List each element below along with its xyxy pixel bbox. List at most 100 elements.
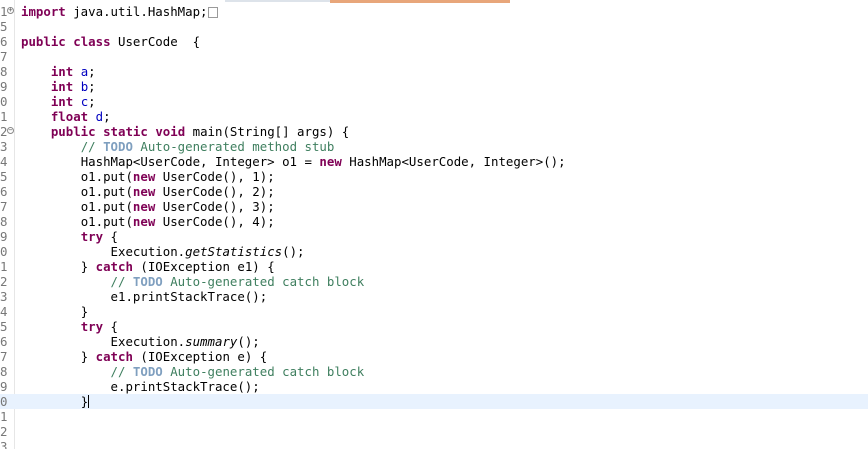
keyword: class [73, 34, 111, 49]
code-line-27[interactable]: 7 } catch (IOException e) { [0, 349, 868, 364]
code-line-32[interactable]: 2 [0, 424, 868, 439]
code-line-18[interactable]: 8 o1.put(new UserCode(), 4); [0, 214, 868, 229]
code-line-33[interactable]: 3 [0, 439, 868, 449]
code-text: { [103, 229, 118, 244]
code-text: e1.printStackTrace(); [110, 289, 268, 304]
line-number: 5 [0, 319, 8, 334]
code-line-16[interactable]: 6 o1.put(new UserCode(), 2); [0, 184, 868, 199]
code-line-17[interactable]: 7 o1.put(new UserCode(), 3); [0, 199, 868, 214]
code-text: } [80, 304, 89, 319]
code-line-20[interactable]: 0 Execution.getStatistics(); [0, 244, 868, 259]
code-text: (); [282, 244, 305, 259]
comment: Auto-generated method stub [132, 139, 335, 154]
code-line-28[interactable]: 8 // TODO Auto-generated catch block [0, 364, 868, 379]
code-line-12[interactable]: 2 − public static void main(String[] arg… [0, 124, 868, 139]
code-line-15[interactable]: 5 o1.put(new UserCode(), 1); [0, 169, 868, 184]
line-number: 3 [0, 289, 8, 304]
expand-fold-icon[interactable]: + [7, 7, 14, 14]
code-text: UserCode { [110, 34, 201, 49]
code-text: UserCode(), 4); [155, 214, 275, 229]
code-line-6[interactable]: 6 public class UserCode { [0, 34, 868, 49]
line-number: 8 [0, 364, 8, 379]
line-number: 3 [0, 439, 8, 449]
code-text: (); [237, 334, 260, 349]
code-text: { [103, 319, 118, 334]
code-text: (IOException e1) { [132, 259, 275, 274]
code-line-8[interactable]: 8 int a; [0, 64, 868, 79]
code-line-31[interactable]: 1 [0, 409, 868, 424]
todo-tag: TODO [103, 139, 133, 154]
code-line-22[interactable]: 2 // TODO Auto-generated catch block [0, 274, 868, 289]
collapsed-imports-icon[interactable] [207, 7, 218, 18]
keyword: static [103, 124, 148, 139]
line-number: 7 [0, 49, 8, 64]
code-text: Execution. [110, 244, 186, 259]
line-number: 2 [0, 274, 8, 289]
line-number: 4 [0, 154, 8, 169]
code-line-5[interactable]: 5 [0, 19, 868, 34]
keyword: new [132, 214, 156, 229]
code-text: } [80, 349, 96, 364]
code-line-25[interactable]: 5 try { [0, 319, 868, 334]
code-text: ; [88, 79, 96, 94]
code-text: java.util.HashMap; [65, 4, 208, 19]
line-number: 9 [0, 229, 8, 244]
code-line-26[interactable]: 6 Execution.summary(); [0, 334, 868, 349]
line-number: 0 [0, 394, 8, 409]
code-line-24[interactable]: 4 } [0, 304, 868, 319]
code-line-30-current[interactable]: 0 } [0, 394, 868, 409]
comment: // [80, 139, 104, 154]
line-number: 7 [0, 349, 8, 364]
keyword: public [21, 34, 66, 49]
keyword: int [50, 79, 74, 94]
code-text: HashMap<UserCode, Integer>(); [341, 154, 566, 169]
code-line-9[interactable]: 9 int b; [0, 79, 868, 94]
code-line-29[interactable]: 9 e.printStackTrace(); [0, 379, 868, 394]
keyword: int [50, 64, 74, 79]
keyword: float [50, 109, 89, 124]
code-line-1[interactable]: 1 + import java.util.HashMap; [0, 4, 868, 19]
field-name: d [95, 109, 104, 124]
code-line-21[interactable]: 1 } catch (IOException e1) { [0, 259, 868, 274]
line-number: 4 [0, 304, 8, 319]
line-number: 1 [0, 409, 8, 424]
code-editor[interactable]: 1 + import java.util.HashMap; 5 6 public… [0, 0, 868, 449]
code-line-19[interactable]: 9 try { [0, 229, 868, 244]
line-number: 6 [0, 334, 8, 349]
code-line-11[interactable]: 1 float d; [0, 109, 868, 124]
line-number: 3 [0, 139, 8, 154]
code-line-13[interactable]: 3 // TODO Auto-generated method stub [0, 139, 868, 154]
keyword: public [50, 124, 96, 139]
keyword: new [132, 169, 156, 184]
line-number: 6 [0, 34, 8, 49]
keyword: new [319, 154, 342, 169]
code-text: HashMap<UserCode, Integer> o1 = [80, 154, 320, 169]
line-number: 7 [0, 199, 8, 214]
code-text: ; [103, 109, 111, 124]
line-number: 1 [0, 109, 8, 124]
keyword: import [21, 4, 66, 19]
code-line-7[interactable]: 7 [0, 49, 868, 64]
comment: // [110, 274, 133, 289]
code-text: main(String[] args) { [185, 124, 350, 139]
keyword: catch [95, 349, 133, 364]
line-number: 2 [0, 424, 8, 439]
comment: Auto-generated catch block [162, 274, 365, 289]
line-number: 8 [0, 214, 8, 229]
active-tab-indicator [330, 0, 510, 3]
code-line-10[interactable]: 0 int c; [0, 94, 868, 109]
comment: Auto-generated catch block [162, 364, 365, 379]
code-line-23[interactable]: 3 e1.printStackTrace(); [0, 289, 868, 304]
editor-tab-edge [225, 0, 330, 2]
line-number: 6 [0, 184, 8, 199]
code-line-14[interactable]: 4 HashMap<UserCode, Integer> o1 = new Ha… [0, 154, 868, 169]
line-number: 1 [0, 259, 8, 274]
keyword: new [132, 199, 156, 214]
collapse-fold-icon[interactable]: − [7, 127, 14, 134]
text-cursor [88, 395, 90, 408]
comment: // [110, 364, 133, 379]
code-text: e.printStackTrace(); [110, 379, 260, 394]
code-text: } [80, 259, 96, 274]
code-text: Execution. [110, 334, 186, 349]
line-number: 8 [0, 64, 8, 79]
